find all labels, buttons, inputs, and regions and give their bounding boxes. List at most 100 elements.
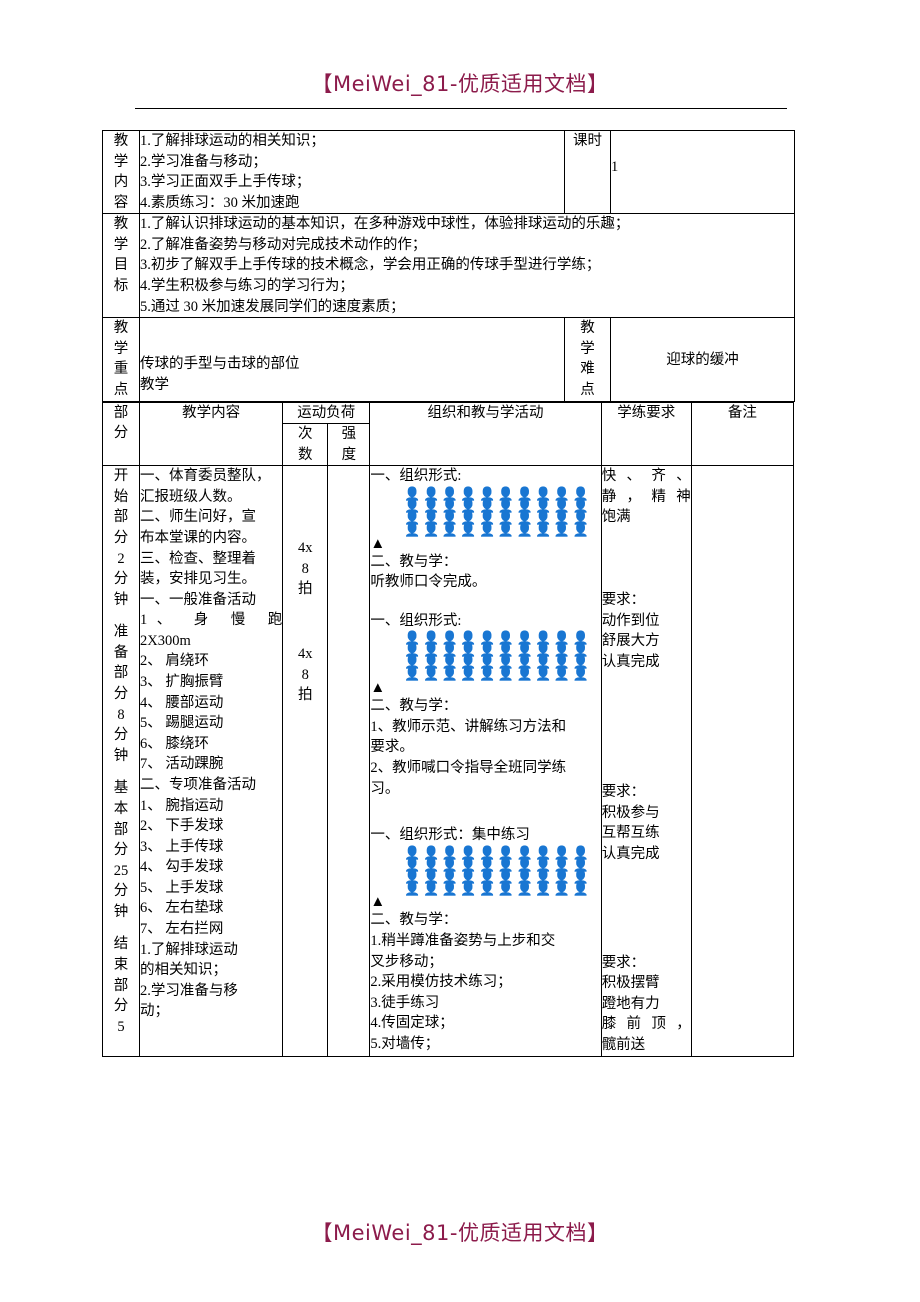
times-value: 8 bbox=[301, 560, 309, 577]
prep-item: 4、 腰部运动 bbox=[140, 694, 224, 711]
teach-line: 1.稍半蹲准备姿势与上步和交 bbox=[370, 933, 556, 950]
formation-row: 👤👤👤👤👤👤👤👤👤👤 bbox=[404, 881, 592, 897]
times-value: 4x bbox=[298, 645, 313, 662]
content-item: 4.素质练习：30 米加速跑 bbox=[140, 194, 300, 211]
prep-title: 一、一般准备活动 bbox=[140, 591, 257, 608]
requirement-block-2: 要求： 动作到位 舒展大方 认真完成 bbox=[601, 591, 660, 670]
formation-grid: 👤👤👤👤👤👤👤👤👤👤 👤👤👤👤👤👤👤👤👤👤 👤👤👤👤👤👤👤👤👤👤 👤👤👤👤👤👤👤… bbox=[404, 488, 600, 538]
prep-item: 5、 踢腿运动 bbox=[140, 715, 224, 732]
header-note: 备注 bbox=[690, 401, 795, 467]
table-row-teaching-content: 教 学 内 容 1.了解排球运动的相关知识； 2.学习准备与移动； 3.学习正面… bbox=[102, 129, 795, 215]
cell-organization: 一、组织形式: 👤👤👤👤👤👤👤👤👤👤 👤👤👤👤👤👤👤👤👤👤 👤👤👤👤👤👤👤👤👤👤… bbox=[369, 465, 602, 1057]
special-item: 7、 左右拦网 bbox=[140, 920, 224, 937]
formation-grid: 👤👤👤👤👤👤👤👤👤👤 👤👤👤👤👤👤👤👤👤👤 👤👤👤👤👤👤👤👤👤👤 👤👤👤👤👤👤👤… bbox=[404, 632, 600, 681]
cell-note bbox=[690, 465, 795, 1057]
cell-teaching-content-items: 1.了解排球运动的相关知识； 2.学习准备与移动； 3.学习正面双手上手传球； … bbox=[139, 129, 565, 215]
requirement-block-4: 要求： 积极摆臂 蹬地有力 膝前顶， 髋前送 bbox=[601, 954, 691, 1053]
teach-line: 1、教师示范、讲解练习方法和 bbox=[370, 718, 567, 735]
times-value: 8 bbox=[301, 666, 309, 683]
prep-item: 2、 肩绕环 bbox=[140, 653, 209, 670]
content-line: 装，安排见习生。 bbox=[140, 571, 257, 588]
formation-row: 👤👤👤👤👤👤👤👤👤👤 bbox=[404, 522, 592, 538]
cell-parts: 开 始 部 分 2 分 钟 准 备 部 分 8 分 钟 基 本 部 分 25 分… bbox=[101, 465, 141, 1057]
form-label: 一、组织形式: bbox=[370, 468, 462, 485]
part-main: 基 本 部 分 25 分 钟 bbox=[113, 780, 129, 920]
goal-item: 5.通过 30 米加速发展同学们的速度素质； bbox=[140, 298, 405, 315]
header-organization: 组织和教与学活动 bbox=[369, 401, 602, 467]
prep-item: 1、 身 慢 跑 bbox=[140, 612, 283, 629]
special-item: 1、 腕指运动 bbox=[140, 797, 224, 814]
times-value: 拍 bbox=[298, 687, 313, 704]
formation-grid: 👤👤👤👤👤👤👤👤👤👤 👤👤👤👤👤👤👤👤👤👤 👤👤👤👤👤👤👤👤👤👤 👤👤👤👤👤👤👤… bbox=[404, 847, 600, 897]
label-teaching-content: 教 学 内 容 bbox=[102, 129, 140, 215]
part-begin: 开 始 部 分 2 分 钟 bbox=[113, 468, 129, 608]
cell-requirements: 快、齐、 静，精神 饱满 要求： 动作到位 舒展大方 认真完成 要求： 积极参与… bbox=[600, 465, 692, 1057]
content-item: 1.了解排球运动的相关知识； bbox=[140, 133, 325, 149]
organization-block-1: 一、组织形式: 👤👤👤👤👤👤👤👤👤👤 👤👤👤👤👤👤👤👤👤👤 👤👤👤👤👤👤👤👤👤👤… bbox=[370, 466, 600, 593]
requirement-block-3: 要求： 积极参与 互帮互练 认真完成 bbox=[601, 784, 660, 863]
content-item: 3.学习正面双手上手传球； bbox=[140, 174, 311, 191]
teach-line: 5.对墙传； bbox=[370, 1035, 440, 1052]
teach-line: 4.传固定球； bbox=[370, 1015, 454, 1032]
teach-label: 二、教与学： bbox=[370, 698, 458, 715]
special-item: 4、 勾手发球 bbox=[140, 859, 224, 876]
label-class-period: 课时 bbox=[564, 129, 611, 215]
content-line: 一、体育委员整队， bbox=[140, 468, 271, 485]
times-value: 拍 bbox=[298, 581, 313, 598]
part-prepare: 准 备 部 分 8 分 钟 bbox=[113, 624, 129, 764]
special-title: 二、专项准备活动 bbox=[140, 776, 257, 793]
cell-teaching-goal-items: 1.了解认识排球运动的基本知识，在多种游戏中球性，体验排球运动的乐趣； 2.了解… bbox=[139, 213, 795, 319]
header-exercise-load: 运动负荷 bbox=[282, 401, 371, 425]
table-row-teaching-goal: 教 学 目 标 1.了解认识排球运动的基本知识，在多种游戏中球性，体验排球运动的… bbox=[102, 213, 795, 319]
form-label: 一、组织形式：集中练习 bbox=[370, 827, 530, 844]
special-item: 6、 左右垫球 bbox=[140, 900, 224, 917]
content-line: 汇报班级人数。 bbox=[140, 488, 242, 505]
value-key-point: 传球的手型与击球的部位 教学 bbox=[139, 317, 565, 402]
table-row-key-difficult: 教 学 重 点 传球的手型与击球的部位 教学 教 学 难 点 迎球的缓冲 bbox=[102, 317, 795, 402]
teach-label: 二、教与学： bbox=[370, 912, 458, 929]
label-key-point: 教 学 重 点 bbox=[102, 317, 140, 402]
teach-line: 3.徒手练习 bbox=[370, 994, 440, 1011]
organization-block-3: 一、组织形式：集中练习 👤👤👤👤👤👤👤👤👤👤 👤👤👤👤👤👤👤👤👤👤 👤👤👤👤👤👤… bbox=[370, 825, 600, 1054]
tail-item: 动； bbox=[140, 1003, 170, 1020]
prep-item: 7、 活动踝腕 bbox=[140, 756, 224, 773]
organization-block-2: 一、组织形式: 👤👤👤👤👤👤👤👤👤👤 👤👤👤👤👤👤👤👤👤👤 👤👤👤👤👤👤👤👤👤👤… bbox=[370, 611, 600, 799]
special-item: 3、 上手传球 bbox=[140, 838, 224, 855]
teach-line: 习。 bbox=[370, 780, 400, 797]
teach-line: 叉步移动； bbox=[370, 953, 443, 970]
cell-content-detail: 一、体育委员整队， 汇报班级人数。 二、师生问好，宣 布本堂课的内容。 三、检查… bbox=[139, 465, 284, 1057]
requirement-block-1: 快、齐、 静，精神 饱满 bbox=[601, 468, 691, 526]
schedule-header-row-1: 部 分 教学内容 运动负荷 组织和教与学活动 学练要求 备注 bbox=[101, 401, 795, 467]
label-teaching-goal: 教 学 目 标 bbox=[102, 213, 140, 319]
value-difficult-point: 迎球的缓冲 bbox=[610, 317, 795, 402]
content-item: 2.学习准备与移动； bbox=[140, 153, 267, 170]
content-line: 三、检查、整理着 bbox=[140, 550, 257, 567]
value-class-period: 1 bbox=[610, 129, 795, 215]
teach-line: 要求。 bbox=[370, 739, 414, 756]
document-page: 【MeiWei_81-优质适用文档】 教 学 内 容 1.了解排球运动的相关知识… bbox=[0, 0, 920, 1302]
label-difficult-point: 教 学 难 点 bbox=[564, 317, 611, 402]
special-item: 2、 下手发球 bbox=[140, 818, 224, 835]
lesson-plan-table-wrapper: 教 学 内 容 1.了解排球运动的相关知识； 2.学习准备与移动； 3.学习正面… bbox=[101, 129, 795, 1057]
cell-intensity bbox=[327, 465, 371, 1057]
teacher-position-triangle-icon: ▲ bbox=[370, 680, 386, 697]
header-rule bbox=[135, 108, 787, 109]
goal-item: 3.初步了解双手上手传球的技术概念，学会用正确的传球手型进行学练； bbox=[140, 257, 601, 274]
form-label: 一、组织形式: bbox=[370, 612, 462, 629]
teach-line: 2.采用模仿技术练习； bbox=[370, 974, 512, 991]
teacher-position-triangle-icon: ▲ bbox=[370, 894, 386, 911]
teacher-position-triangle-icon: ▲ bbox=[370, 535, 386, 552]
teach-line: 2、教师喊口令指导全班同学练 bbox=[370, 759, 567, 776]
info-table: 教 学 内 容 1.了解排球运动的相关知识； 2.学习准备与移动； 3.学习正面… bbox=[102, 129, 795, 402]
content-line: 二、师生问好，宣 bbox=[140, 509, 257, 526]
teach-label: 二、教与学： bbox=[370, 553, 458, 570]
prep-item-distance: 2X300m bbox=[140, 632, 191, 649]
tail-item: 2.学习准备与移 bbox=[140, 982, 238, 999]
header-intensity: 强 度 bbox=[327, 423, 371, 467]
cell-times: 4x 8 拍 4x 8 拍 bbox=[282, 465, 329, 1057]
content-line: 布本堂课的内容。 bbox=[140, 529, 257, 546]
goal-item: 2.了解准备姿势与移动对完成技术动作的作； bbox=[140, 236, 427, 253]
prep-item: 6、 膝绕环 bbox=[140, 735, 209, 752]
goal-item: 1.了解认识排球运动的基本知识，在多种游戏中球性，体验排球运动的乐趣； bbox=[140, 216, 630, 233]
